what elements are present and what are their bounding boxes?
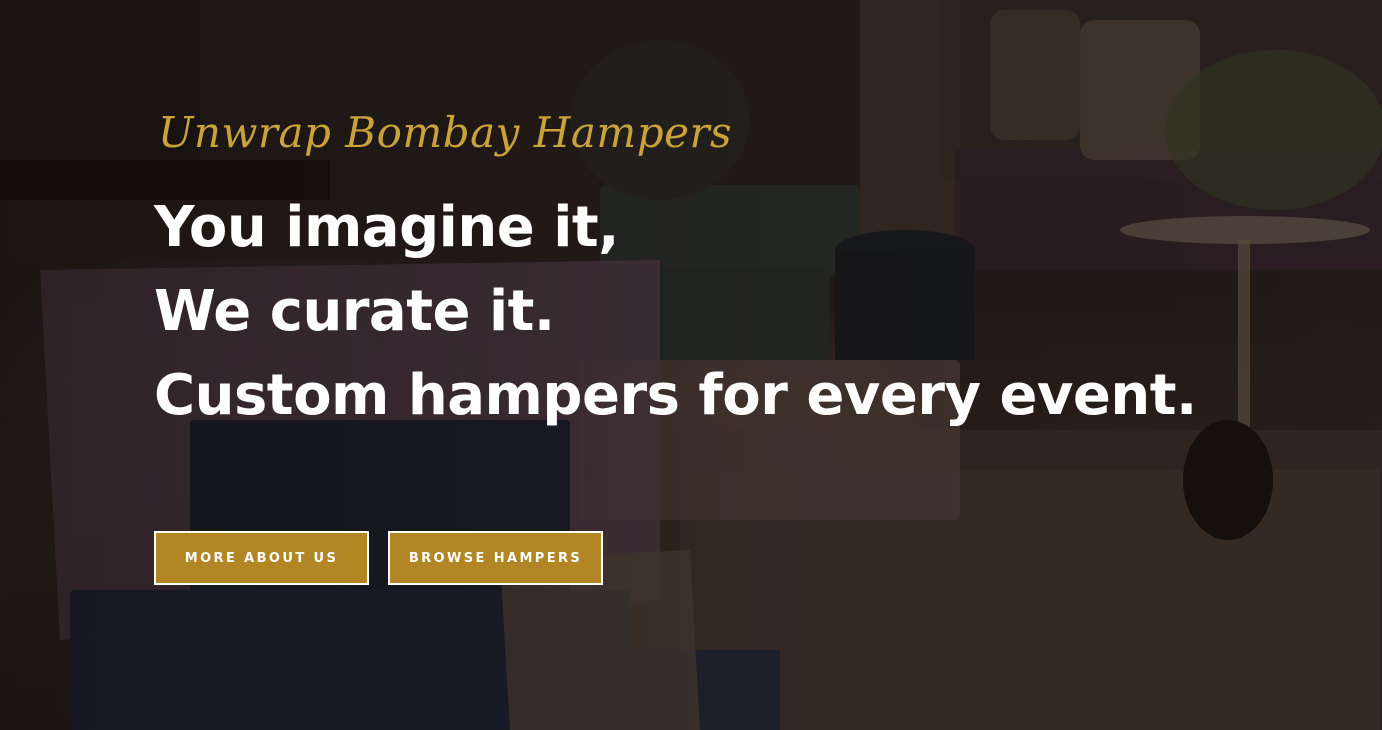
headline-line-1: You imagine it,: [154, 195, 619, 260]
more-about-us-button[interactable]: MORE ABOUT US: [154, 531, 369, 585]
brand-script-title: Unwrap Bombay Hampers: [158, 108, 733, 157]
headline-line-3: Custom hampers for every event.: [154, 363, 1197, 428]
headline-line-2: We curate it.: [154, 279, 555, 344]
hero-buttons: MORE ABOUT US BROWSE HAMPERS: [154, 531, 603, 585]
hero-section: Unwrap Bombay Hampers You imagine it, We…: [0, 0, 1382, 730]
hero-content: Unwrap Bombay Hampers You imagine it, We…: [154, 104, 1254, 438]
browse-hampers-button[interactable]: BROWSE HAMPERS: [388, 531, 603, 585]
hero-headline: You imagine it, We curate it. Custom ham…: [154, 186, 1254, 438]
